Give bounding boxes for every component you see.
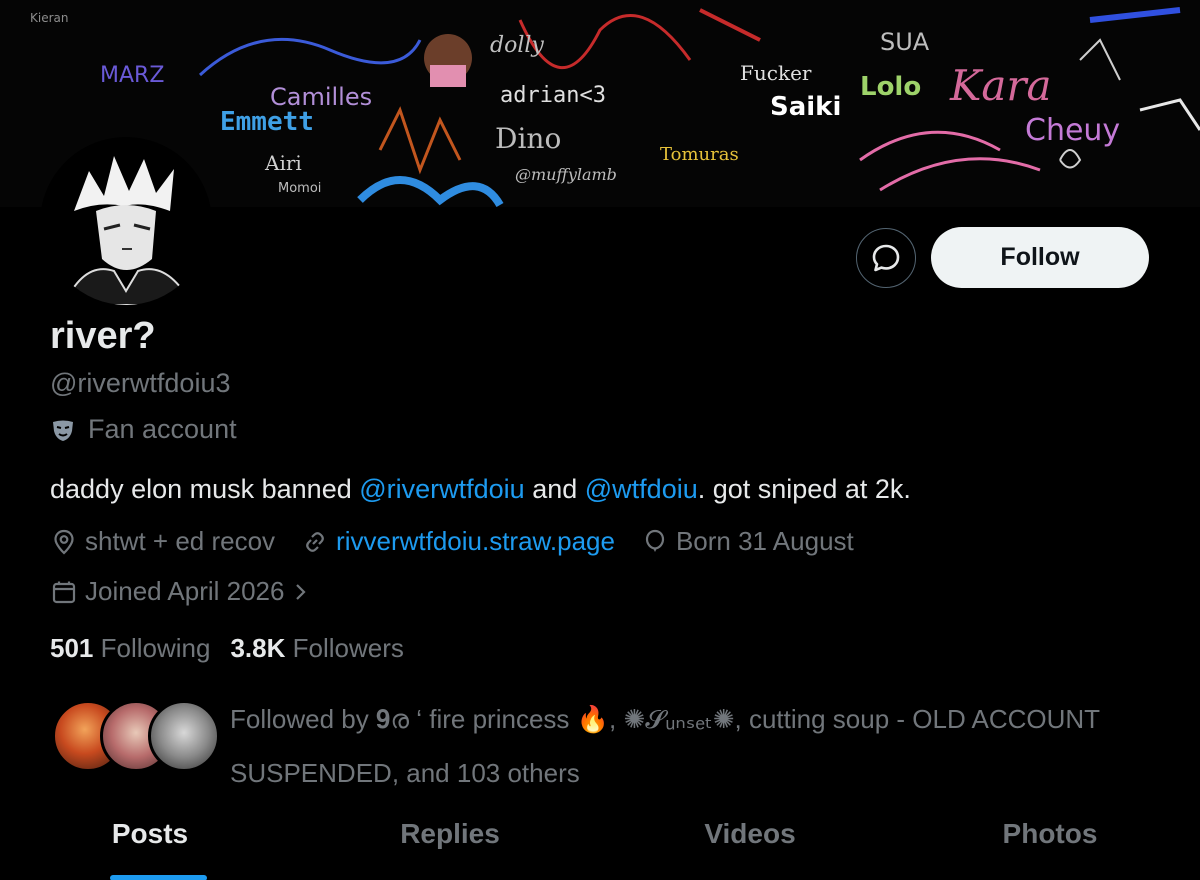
banner-word: Dino [495, 122, 561, 155]
banner-word: Cheuy [1025, 113, 1120, 148]
profile-tabs: Posts Replies Videos Photos [0, 798, 1200, 880]
bio-text: and [524, 474, 585, 504]
followers-stat[interactable]: 3.8K Followers [230, 633, 403, 664]
banner-word: Kara [949, 61, 1052, 110]
chat-bubble-icon [872, 244, 900, 272]
following-label: Following [100, 633, 211, 663]
bio-mention-link[interactable]: @riverwtfdoiu [359, 474, 524, 504]
joined-text: Joined April 2026 [85, 576, 285, 606]
tab-photos[interactable]: Photos [900, 798, 1200, 880]
profile-category: Fan account [50, 414, 237, 445]
banner-word: Lolo [860, 72, 921, 102]
banner-word: MARZ [100, 63, 164, 88]
chevron-right-icon [296, 583, 307, 600]
following-stat[interactable]: 501 Following [50, 633, 210, 664]
tab-videos[interactable]: Videos [600, 798, 900, 880]
tab-posts[interactable]: Posts [0, 798, 300, 880]
banner-word: Emmett [220, 107, 314, 137]
follow-stats: 501 Following 3.8K Followers [50, 633, 404, 664]
category-label: Fan account [88, 414, 237, 444]
followers-label: Followers [292, 633, 404, 663]
profile-meta-row: shtwt + ed recov rivverwtfdoiu.straw.pag… [50, 526, 880, 557]
avatar-illustration [44, 141, 208, 305]
active-tab-indicator [110, 875, 207, 880]
tab-replies[interactable]: Replies [300, 798, 600, 880]
profile-bio: daddy elon musk banned @riverwtfdoiu and… [50, 474, 911, 505]
joined-row[interactable]: Joined April 2026 [50, 576, 337, 607]
banner-word: SUA [880, 28, 930, 56]
banner-word: adrian<3 [500, 83, 606, 108]
banner-word: Momoi [278, 181, 321, 196]
banner-word: Kieran [30, 11, 68, 25]
followed-by-separator: , [609, 704, 624, 734]
balloon-icon [645, 529, 665, 552]
profile-avatar[interactable] [40, 137, 212, 309]
location-text: shtwt + ed recov [85, 526, 276, 556]
location-pin-icon [54, 529, 74, 555]
banner-word: Fucker [740, 61, 812, 85]
followed-by-text[interactable]: Followed by 𝟗ര ‘ fire princess 🔥, ✺𝓢ᵤₙₛₑ… [230, 692, 1130, 800]
bio-mention-link[interactable]: @wtfdoiu [585, 474, 698, 504]
followers-count: 3.8K [230, 633, 286, 663]
message-button[interactable] [856, 228, 916, 288]
fire-emoji: 🔥 [576, 704, 610, 734]
bio-text: . got sniped at 2k. [697, 474, 911, 504]
banner-word: dolly [490, 33, 544, 58]
performing-arts-mask-icon [53, 420, 73, 441]
link-icon [306, 531, 324, 552]
banner-word: @muffylamb [515, 165, 617, 184]
joined-item[interactable]: Joined April 2026 [50, 576, 311, 607]
birthday-item: Born 31 August [641, 526, 854, 557]
follow-button[interactable]: Follow [931, 227, 1149, 288]
banner-word: Saiki [770, 92, 841, 122]
bio-text: daddy elon musk banned [50, 474, 360, 504]
followed-by-name: ✺𝓢ᵤₙₛₑₜ✺ [623, 704, 735, 734]
mutual-followers-avatars[interactable] [52, 700, 220, 772]
birthday-text: Born 31 August [675, 526, 854, 556]
following-count: 501 [50, 633, 94, 663]
calendar-icon [52, 581, 76, 603]
user-handle: @riverwtfdoiu3 [50, 368, 231, 398]
location-item: shtwt + ed recov [50, 526, 275, 557]
banner-word: Tomuras [660, 144, 739, 165]
website-link[interactable]: rivverwtfdoiu.straw.page [336, 526, 615, 557]
display-name: river? [50, 315, 156, 357]
banner-word: Airi [264, 151, 302, 175]
website-item[interactable]: rivverwtfdoiu.straw.page [301, 526, 615, 557]
followed-by-prefix: Followed by 𝟗ര ‘ fire princess [230, 704, 577, 734]
mutual-avatar [148, 700, 220, 772]
